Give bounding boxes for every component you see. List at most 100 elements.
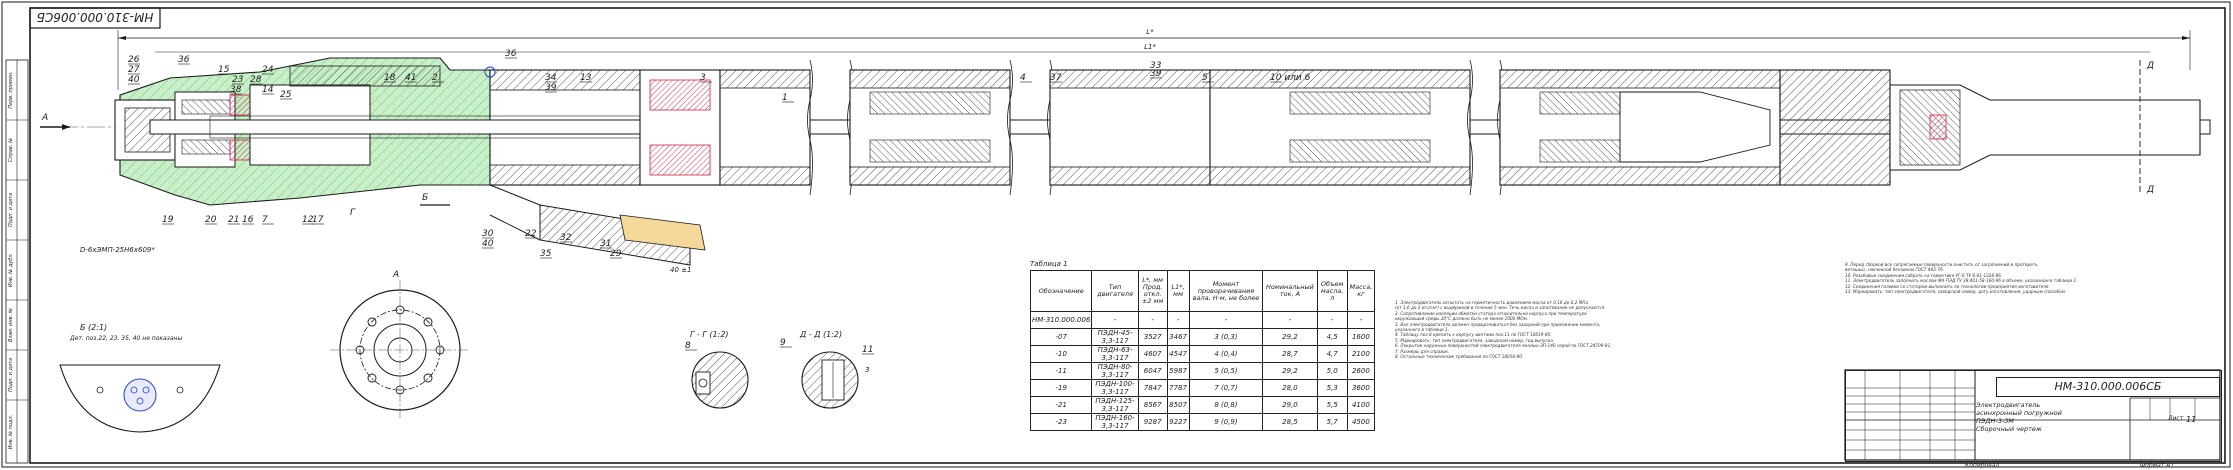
dim-3: 3 [865, 366, 869, 374]
callout-label: 5 [1202, 73, 1208, 83]
sheet-label: Лист [2168, 415, 2184, 422]
table-cell: 8567 [1137, 396, 1168, 414]
callout-label: 23 [232, 75, 244, 85]
table-cell: - [1166, 311, 1190, 329]
table-caption: Таблица 1 [1030, 260, 1068, 268]
table-cell: -19 [1029, 379, 1093, 397]
format-label: Формат A1 [2140, 462, 2175, 469]
table-cell: НМ-310.000.006 [1029, 311, 1093, 329]
table-cell: 5,7 [1316, 413, 1348, 431]
table-header: Объем масла, л [1316, 270, 1348, 312]
table-cell: 3600 [1346, 379, 1376, 397]
callout-label: 36 [178, 55, 190, 65]
callout-label: 30 [482, 229, 494, 239]
strip-label-2: Подп. и дата [8, 193, 14, 227]
notes-right: 9. Перед сборкой все сопрягаемые поверхн… [1845, 262, 2220, 294]
stator-middle [849, 69, 1011, 186]
callout-label: 19 [162, 215, 174, 225]
section-D-title: Д - Д (1:2) [799, 330, 842, 339]
name-line-2: асинхронный погружной [1976, 409, 2062, 417]
table-header: Масса, кг [1346, 270, 1376, 312]
table-cell: 5,3 [1316, 379, 1348, 397]
name-line-4: Сборочный чертеж [1976, 425, 2042, 433]
view-A-title: А [392, 270, 399, 280]
view-B-title: Б (2:1) [80, 323, 107, 332]
marker-A: А [41, 113, 48, 123]
table-cell: 9 (0,9) [1188, 413, 1264, 431]
table-cell: -21 [1029, 396, 1093, 414]
callout-label: 32 [560, 233, 572, 243]
table-cell: ПЭДН-45-3,3-117 [1091, 328, 1139, 346]
table-cell: 4547 [1166, 345, 1190, 363]
document-name: Электродвигатель асинхронный погружной П… [1976, 401, 2096, 433]
table-cell: 5,0 [1316, 362, 1348, 380]
spec-table: Обозначение Тип двигателя L*, мм Прод. от… [1029, 270, 1376, 431]
notes-left: 1. Электродвигатель испытать на герметич… [1395, 300, 1835, 359]
table-cell: 8 (0,8) [1188, 396, 1264, 414]
table-row: -23 ПЭДН-160-3,3-117 9287 9227 9 (0,9) 28,5 5,… [1029, 413, 1376, 431]
table-cell: 9227 [1166, 413, 1190, 431]
table-cell: - [1316, 311, 1348, 329]
callout-label: 17 [312, 215, 324, 225]
callout-label: 40 [482, 239, 494, 249]
table-cell: -11 [1029, 362, 1093, 380]
callout-label: 39 [545, 83, 557, 93]
callout-label: 24 [262, 65, 274, 75]
callout-label: 2 [432, 73, 438, 83]
callout-label: 1 [782, 93, 788, 103]
callout-label: 36 [505, 49, 517, 59]
table-cell: ПЭДН-63-3,3-117 [1091, 345, 1139, 363]
table-cell: 7787 [1166, 379, 1190, 397]
table-cell: - [1346, 311, 1376, 329]
table-body: НМ-310.000.006 - - - - - - - -07 ПЭДН-45-… [1029, 311, 1376, 431]
dim-L: L* [1146, 28, 1154, 36]
table-subheader: Прод. откл. ±2 мм [1141, 283, 1164, 305]
section-G-title: Г - Г (1:2) [690, 330, 729, 339]
table-cell: 6047 [1137, 362, 1168, 380]
callout-label: 7 [262, 215, 268, 225]
table-cell: 7847 [1137, 379, 1168, 397]
strip-label-5: Подп. и дата [8, 358, 14, 392]
dim-L1: L1* [1144, 43, 1156, 51]
callout-label: 18 [384, 73, 396, 83]
table-header: L*, мм Прод. откл. ±2 мм [1137, 270, 1168, 312]
table-cell: - [1188, 311, 1264, 329]
marker-G: Г [350, 208, 356, 218]
callout-label: 15 [218, 65, 230, 75]
callout-label: 37 [1050, 73, 1062, 83]
view-B: Б (2:1) Дет. поз.22, 23, 35, 40 не показ… [59, 323, 221, 433]
strip-label-1: Справ. № [8, 138, 14, 162]
left-strip: Перв. примен. Справ. № Подп. и дата Инв.… [5, 59, 29, 464]
table-cell: - [1091, 311, 1139, 329]
stator-right [1049, 69, 1471, 186]
table-row: -19 ПЭДН-100-3,3-117 7847 7787 7 (0,7) 28,0 5,… [1029, 379, 1376, 397]
callout-label: 27 [128, 65, 140, 75]
table-cell: 28,7 [1262, 345, 1318, 363]
table-cell: -07 [1029, 328, 1093, 346]
table-cell: 29,2 [1262, 362, 1318, 380]
strip-label-3: Инв. № дубл. [8, 253, 14, 287]
table-header: Обозначение [1029, 270, 1093, 312]
table-row: -11 ПЭДН-80-3,3-117 6047 5987 5 (0,5) 29,2 5,0… [1029, 362, 1376, 380]
copied-label: Копировал [1965, 462, 2000, 469]
name-line-1: Электродвигатель [1976, 401, 2041, 409]
thread-note: D-6xЭМП-25Н6х609* [80, 246, 155, 254]
callout-label: 25 [280, 90, 292, 100]
table-header: Номинальный ток, А [1262, 270, 1318, 312]
strip-label-6: Инв. № подл. [8, 415, 14, 450]
table-cell: 3 (0,3) [1188, 328, 1264, 346]
callout-label: 13 [580, 73, 592, 83]
table-header: Момент проворачивания вала, Н·м, не боле… [1188, 270, 1264, 312]
table-row: -10 ПЭДН-63-3,3-117 4607 4547 4 (0,4) 28,7 4,7… [1029, 345, 1376, 363]
motor-tail [1499, 69, 2201, 186]
table-cell: 2100 [1346, 345, 1376, 363]
callout-label: 39 [1150, 69, 1162, 79]
table-cell: ПЭДН-125-3,3-117 [1091, 396, 1139, 414]
marker-B: Б [422, 193, 428, 203]
name-line-3: ПЭДН-3-3М [1976, 417, 2014, 425]
table-cell: 9287 [1137, 413, 1168, 431]
table-cell: 29,0 [1262, 396, 1318, 414]
callout-label: 35 [540, 249, 552, 259]
callout-label: 4 [1020, 73, 1026, 83]
note-line: 13. Маркировать: тип электродвигателя, з… [1845, 289, 2067, 295]
